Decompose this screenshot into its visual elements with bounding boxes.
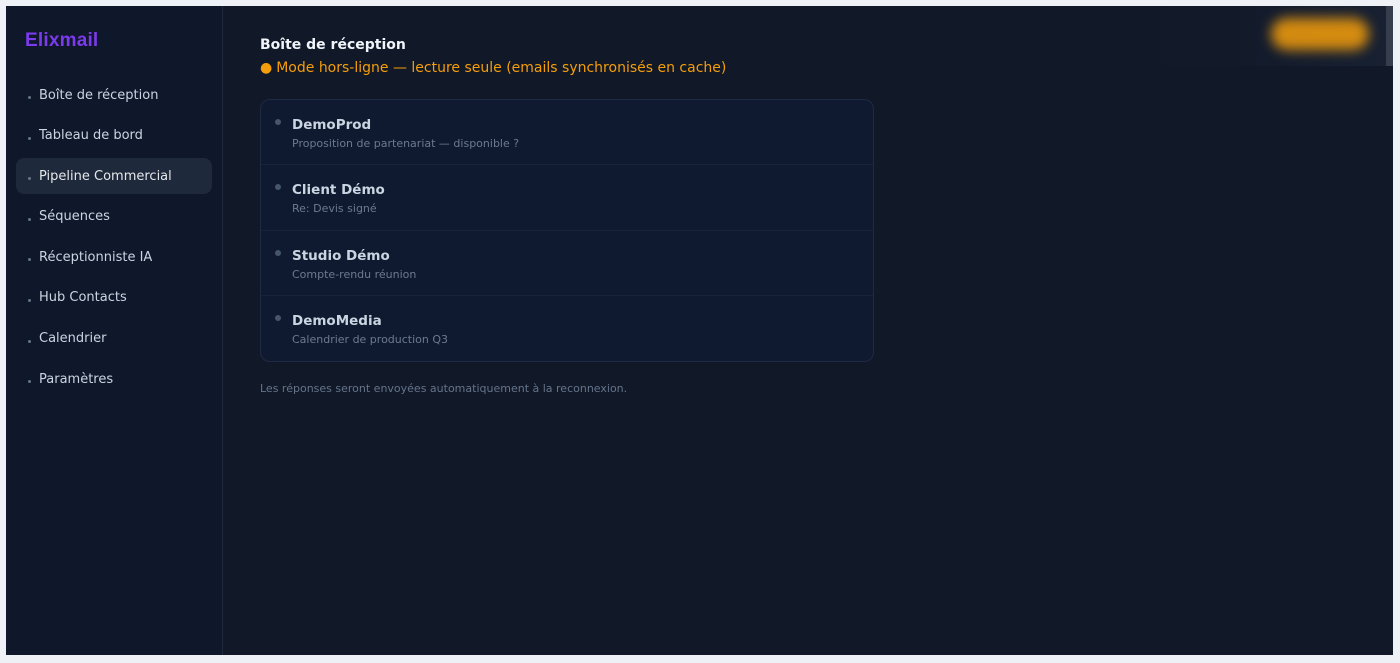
email-sender: DemoProd: [292, 117, 372, 133]
sidebar-item-label: Hub Contacts: [39, 290, 127, 306]
header-edge: [1386, 6, 1393, 66]
sidebar-item-label: Tableau de bord: [39, 128, 143, 144]
offline-text: Mode hors-ligne — lecture seule (emails …: [276, 60, 727, 76]
sidebar-item-label: Séquences: [39, 209, 110, 225]
email-row[interactable]: DemoMedia Calendrier de production Q3: [261, 296, 873, 361]
read-status-dot-icon: [275, 119, 281, 125]
warning-dot-icon: ●: [260, 60, 273, 76]
sidebar-item-label: Réceptionniste IA: [39, 249, 153, 265]
bullet-icon: [28, 96, 31, 99]
main-content: Boîte de réception ● Mode hors-ligne — le…: [223, 6, 1393, 655]
sidebar-item-dashboard[interactable]: Tableau de bord: [16, 118, 212, 154]
email-sender: Client Démo: [292, 182, 385, 199]
email-sender: DemoMedia: [292, 312, 382, 329]
bullet-icon: [28, 380, 31, 384]
bullet-icon: [28, 136, 31, 140]
app-window: Elixmail Boîte de réception Tableau de b…: [6, 6, 1393, 655]
email-row[interactable]: DemoProd Proposition de partenariat — di…: [261, 100, 873, 166]
sidebar-item-contacts[interactable]: Hub Contacts: [16, 280, 212, 316]
sidebar-nav: Boîte de réception Tableau de bord Pipel…: [16, 77, 212, 397]
blurred-action-button[interactable]: [1271, 18, 1369, 50]
sidebar-item-sequences[interactable]: Séquences: [16, 199, 212, 235]
sidebar-item-label: Paramètres: [39, 371, 114, 387]
bullet-icon: [28, 298, 31, 302]
sidebar-item-label: Boîte de réception: [39, 87, 159, 103]
bullet-icon: [28, 217, 31, 221]
email-row[interactable]: Studio Démo Compte-rendu réunion: [261, 231, 873, 296]
reconnect-footnote: Les réponses seront envoyées automatique…: [260, 382, 628, 396]
sidebar-item-inbox[interactable]: Boîte de réception: [16, 77, 212, 113]
sidebar-item-pipeline[interactable]: Pipeline Commercial: [16, 158, 212, 195]
email-sender: Studio Démo: [292, 247, 390, 264]
bullet-icon: [28, 258, 31, 262]
sidebar: Elixmail Boîte de réception Tableau de b…: [6, 6, 223, 655]
read-status-dot-icon: [275, 314, 281, 321]
sidebar-item-label: Pipeline Commercial: [39, 168, 172, 184]
email-list: DemoProd Proposition de partenariat — di…: [260, 99, 874, 363]
sidebar-item-calendar[interactable]: Calendrier: [16, 321, 212, 357]
email-subject: Compte-rendu réunion: [292, 267, 417, 281]
email-subject: Calendrier de production Q3: [292, 332, 449, 346]
sidebar-item-label: Calendrier: [39, 331, 107, 347]
sidebar-item-settings[interactable]: Paramètres: [16, 361, 212, 397]
read-status-dot-icon: [275, 249, 281, 256]
email-subject: Proposition de partenariat — disponible …: [292, 137, 520, 150]
bullet-icon: [28, 177, 31, 181]
blurred-header-area: [1119, 6, 1393, 66]
read-status-dot-icon: [275, 184, 281, 191]
email-row[interactable]: Client Démo Re: Devis signé: [261, 165, 873, 231]
email-subject: Re: Devis signé: [292, 202, 377, 216]
sidebar-item-ai-receptionist[interactable]: Réceptionniste IA: [16, 239, 212, 275]
bullet-icon: [28, 339, 31, 343]
app-logo[interactable]: Elixmail: [25, 30, 212, 54]
